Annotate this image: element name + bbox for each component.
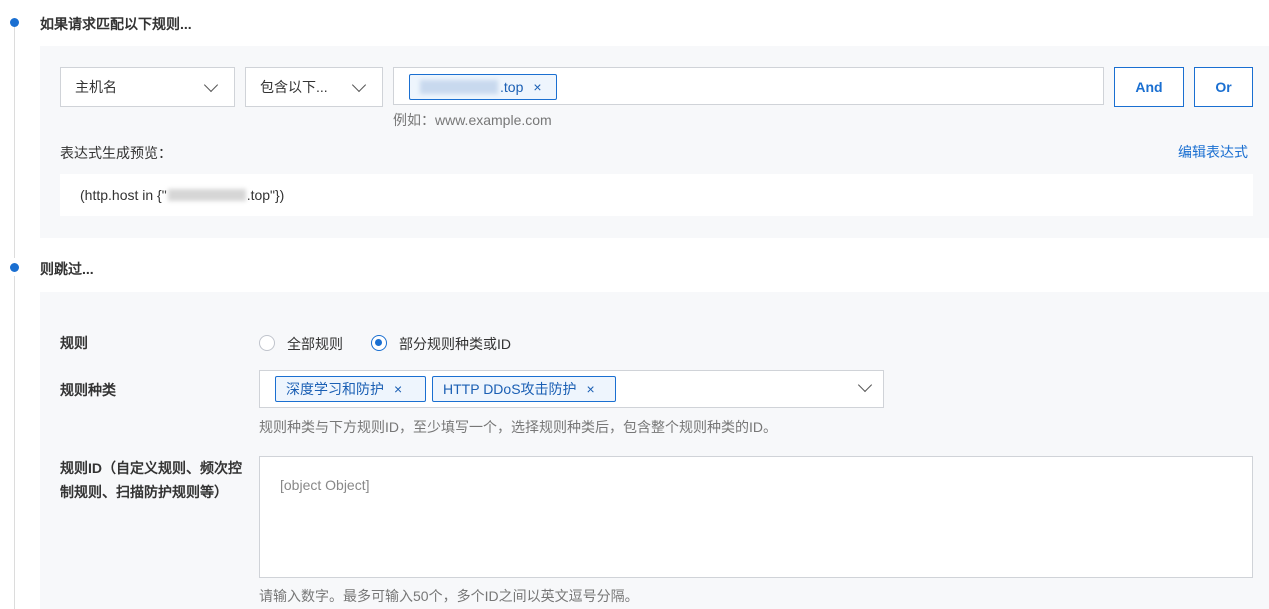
radio-all-rules-label: 全部规则: [287, 336, 343, 352]
rule-id-label: 规则ID（自定义规则、频次控制规则、扫描防护规则等）: [60, 460, 242, 500]
preview-label: 表达式生成预览：: [60, 145, 172, 161]
radio-partial-rules[interactable]: [371, 335, 387, 351]
field-select[interactable]: 主机名: [60, 67, 235, 107]
close-icon[interactable]: ×: [587, 381, 595, 397]
step-title-skip: 则跳过...: [40, 261, 94, 277]
step-dot: [10, 18, 19, 27]
or-button[interactable]: Or: [1194, 67, 1253, 107]
redacted-text: [167, 189, 246, 201]
host-tag: .top ×: [409, 74, 557, 100]
rule-id-hint: 请输入数字。最多可输入50个，多个ID之间以英文逗号分隔。: [259, 588, 639, 604]
rule-types-label: 规则种类: [60, 382, 116, 398]
rule-type-tag-label: HTTP DDoS攻击防护: [443, 381, 577, 397]
timeline-line: [14, 26, 15, 258]
host-tag-label: .top: [500, 79, 524, 95]
rule-id-textarea[interactable]: [object Object]: [259, 456, 1253, 578]
operator-select[interactable]: 包含以下...: [245, 67, 383, 107]
rule-type-tag: HTTP DDoS攻击防护 ×: [432, 376, 616, 402]
close-icon[interactable]: ×: [533, 79, 541, 95]
close-icon[interactable]: ×: [394, 381, 402, 397]
and-button[interactable]: And: [1114, 67, 1184, 107]
radio-partial-rules-label: 部分规则种类或ID: [399, 336, 511, 352]
rules-label: 规则: [60, 335, 88, 351]
preview-prefix: (http.host in {": [80, 187, 167, 203]
expression-preview: (http.host in {" .top"}): [60, 174, 1253, 216]
radio-all-rules[interactable]: [259, 335, 275, 351]
rule-type-tag: 深度学习和防护 ×: [275, 376, 426, 402]
chevron-down-icon: [203, 77, 219, 92]
step-title-match: 如果请求匹配以下规则...: [40, 16, 192, 32]
operator-select-value: 包含以下...: [260, 79, 328, 95]
rule-id-value: [object Object]: [280, 477, 370, 493]
field-select-value: 主机名: [75, 79, 117, 95]
preview-suffix: .top"}): [246, 187, 285, 203]
chevron-down-icon: [351, 77, 367, 92]
edit-expression-link[interactable]: 编辑表达式: [1178, 142, 1248, 162]
rule-types-hint: 规则种类与下方规则ID，至少填写一个，选择规则种类后，包含整个规则种类的ID。: [259, 419, 777, 435]
rule-type-tag-label: 深度学习和防护: [286, 381, 384, 397]
step-dot: [10, 263, 19, 272]
timeline-line: [14, 276, 15, 609]
example-hint: 例如：www.example.com: [393, 112, 552, 128]
redacted-text: [420, 80, 498, 94]
